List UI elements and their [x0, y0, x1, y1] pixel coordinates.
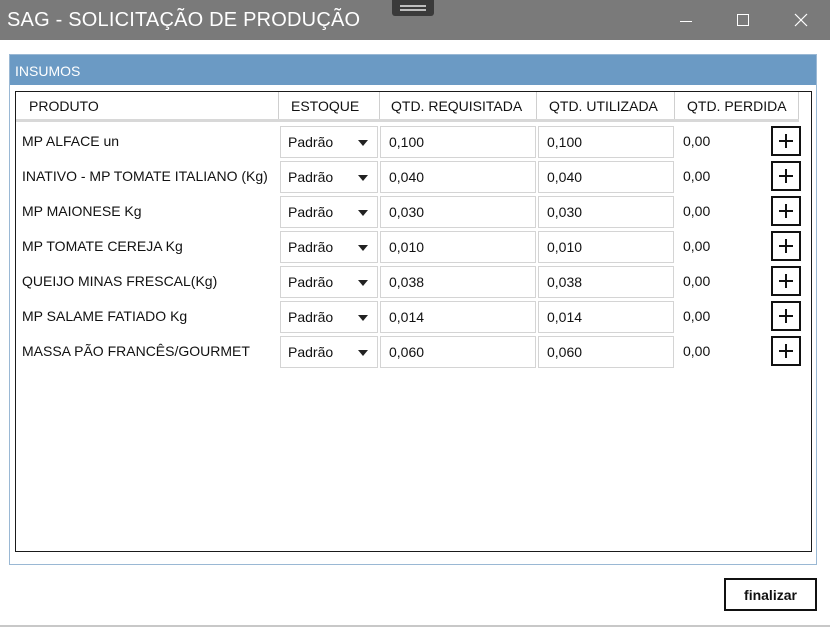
- estoque-select[interactable]: Padrão: [280, 196, 378, 228]
- production-request-window: SAG - SOLICITAÇÃO DE PRODUÇÃO INSUMOS PR…: [0, 0, 830, 627]
- column-header-qtd-perdida[interactable]: QTD. PERDIDA: [675, 92, 799, 119]
- insumos-group: INSUMOS PRODUTO ESTOQUE QTD. REQUISITADA…: [9, 54, 817, 565]
- column-header-qtd-utilizada[interactable]: QTD. UTILIZADA: [537, 92, 675, 119]
- table-row: MP TOMATE CEREJA Kg Padrão 0,010 0,010 0…: [16, 228, 811, 263]
- qtd-perdida-cell: 0,00: [683, 238, 711, 254]
- qtd-requisitada-input[interactable]: 0,014: [380, 301, 536, 333]
- estoque-value: Padrão: [288, 204, 334, 220]
- window-title: SAG - SOLICITAÇÃO DE PRODUÇÃO: [7, 9, 361, 31]
- minimize-button[interactable]: [663, 0, 709, 40]
- estoque-select[interactable]: Padrão: [280, 266, 378, 298]
- estoque-value: Padrão: [288, 274, 334, 290]
- dropdown-arrow-icon: [358, 210, 368, 216]
- qtd-requisitada-input[interactable]: 0,038: [380, 266, 536, 298]
- minimize-icon: [680, 20, 692, 22]
- qtd-requisitada-input[interactable]: 0,060: [380, 336, 536, 368]
- maximize-button[interactable]: [720, 0, 766, 40]
- qtd-perdida-cell: 0,00: [683, 308, 711, 324]
- table-row: INATIVO - MP TOMATE ITALIANO (Kg) Padrão…: [16, 158, 811, 193]
- drag-handle-icon[interactable]: [392, 0, 434, 16]
- dropdown-arrow-icon: [358, 175, 368, 181]
- qtd-utilizada-input[interactable]: 0,038: [538, 266, 674, 298]
- table-row: MP ALFACE un Padrão 0,100 0,100 0,00: [16, 123, 811, 158]
- qtd-utilizada-input[interactable]: 0,030: [538, 196, 674, 228]
- dropdown-arrow-icon: [358, 280, 368, 286]
- table-row: MP MAIONESE Kg Padrão 0,030 0,030 0,00: [16, 193, 811, 228]
- qtd-requisitada-input[interactable]: 0,010: [380, 231, 536, 263]
- title-bar[interactable]: SAG - SOLICITAÇÃO DE PRODUÇÃO: [0, 0, 830, 40]
- qtd-requisitada-input[interactable]: 0,040: [380, 161, 536, 193]
- table-header: PRODUTO ESTOQUE QTD. REQUISITADA QTD. UT…: [16, 92, 799, 122]
- dropdown-arrow-icon: [358, 350, 368, 356]
- column-header-qtd-requisitada[interactable]: QTD. REQUISITADA: [380, 92, 537, 119]
- qtd-utilizada-input[interactable]: 0,010: [538, 231, 674, 263]
- finalizar-button[interactable]: finalizar: [724, 578, 817, 611]
- add-loss-button[interactable]: [771, 196, 801, 226]
- qtd-perdida-cell: 0,00: [683, 343, 711, 359]
- add-loss-button[interactable]: [771, 266, 801, 296]
- add-loss-button[interactable]: [771, 161, 801, 191]
- close-icon: [794, 13, 808, 27]
- produto-cell: INATIVO - MP TOMATE ITALIANO (Kg): [22, 168, 268, 184]
- estoque-value: Padrão: [288, 169, 334, 185]
- table-row: QUEIJO MINAS FRESCAL(Kg) Padrão 0,038 0,…: [16, 263, 811, 298]
- estoque-value: Padrão: [288, 344, 334, 360]
- maximize-icon: [737, 14, 749, 26]
- add-loss-button[interactable]: [771, 126, 801, 156]
- close-button[interactable]: [778, 0, 824, 40]
- qtd-perdida-cell: 0,00: [683, 133, 711, 149]
- produto-cell: MP ALFACE un: [22, 133, 120, 149]
- estoque-select[interactable]: Padrão: [280, 231, 378, 263]
- qtd-utilizada-input[interactable]: 0,100: [538, 126, 674, 158]
- produto-cell: MASSA PÃO FRANCÊS/GOURMET: [22, 343, 250, 359]
- dropdown-arrow-icon: [358, 315, 368, 321]
- qtd-requisitada-input[interactable]: 0,100: [380, 126, 536, 158]
- dropdown-arrow-icon: [358, 245, 368, 251]
- estoque-select[interactable]: Padrão: [280, 301, 378, 333]
- produto-cell: MP MAIONESE Kg: [22, 203, 142, 219]
- dropdown-arrow-icon: [358, 140, 368, 146]
- add-loss-button[interactable]: [771, 231, 801, 261]
- table-row: MASSA PÃO FRANCÊS/GOURMET Padrão 0,060 0…: [16, 333, 811, 368]
- qtd-requisitada-input[interactable]: 0,030: [380, 196, 536, 228]
- qtd-utilizada-input[interactable]: 0,014: [538, 301, 674, 333]
- add-loss-button[interactable]: [771, 336, 801, 366]
- add-loss-button[interactable]: [771, 301, 801, 331]
- table-row: MP SALAME FATIADO Kg Padrão 0,014 0,014 …: [16, 298, 811, 333]
- estoque-select[interactable]: Padrão: [280, 336, 378, 368]
- qtd-utilizada-input[interactable]: 0,060: [538, 336, 674, 368]
- estoque-value: Padrão: [288, 309, 334, 325]
- group-title: INSUMOS: [10, 55, 816, 85]
- estoque-value: Padrão: [288, 239, 334, 255]
- qtd-perdida-cell: 0,00: [683, 203, 711, 219]
- insumos-table: PRODUTO ESTOQUE QTD. REQUISITADA QTD. UT…: [15, 91, 812, 552]
- produto-cell: MP TOMATE CEREJA Kg: [22, 238, 183, 254]
- estoque-select[interactable]: Padrão: [280, 161, 378, 193]
- column-header-estoque[interactable]: ESTOQUE: [279, 92, 380, 119]
- produto-cell: QUEIJO MINAS FRESCAL(Kg): [22, 273, 218, 289]
- estoque-value: Padrão: [288, 134, 334, 150]
- column-header-produto[interactable]: PRODUTO: [16, 92, 279, 119]
- qtd-perdida-cell: 0,00: [683, 273, 711, 289]
- produto-cell: MP SALAME FATIADO Kg: [22, 308, 188, 324]
- qtd-perdida-cell: 0,00: [683, 168, 711, 184]
- qtd-utilizada-input[interactable]: 0,040: [538, 161, 674, 193]
- estoque-select[interactable]: Padrão: [280, 126, 378, 158]
